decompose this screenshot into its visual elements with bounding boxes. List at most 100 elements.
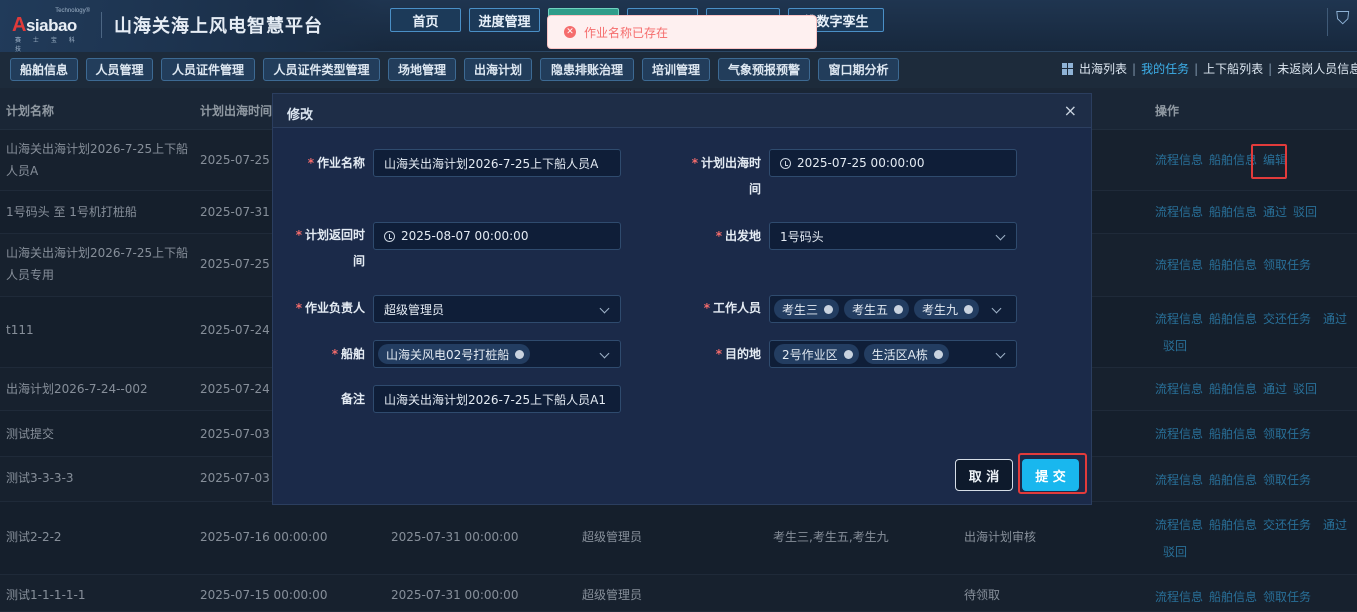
label-job-name: * 作业名称 (307, 156, 365, 170)
leader-select[interactable]: 超级管理员 (373, 295, 621, 323)
plan-return-picker[interactable]: 2025-08-07 00:00:00 (373, 222, 621, 250)
tag-close-icon[interactable] (894, 304, 904, 314)
flow-info-link[interactable]: 流程信息 (1155, 590, 1203, 604)
reject-link[interactable]: 驳回 (1163, 339, 1187, 353)
tag-close-icon[interactable] (843, 349, 853, 359)
flow-info-link[interactable]: 流程信息 (1155, 382, 1203, 396)
job-name-input[interactable]: 山海关出海计划2026-7-25上下船人员A (373, 149, 621, 177)
cell-name: 测试2-2-2 (6, 530, 62, 544)
subnav-personnel-cert[interactable]: 人员证件管理 (161, 58, 255, 81)
vessel-info-link[interactable]: 船舶信息 (1209, 312, 1257, 326)
departure-place-select[interactable]: 1号码头 (769, 222, 1017, 250)
approve-link[interactable]: 通过 (1263, 205, 1287, 219)
return-task-link[interactable]: 交还任务 (1263, 518, 1311, 532)
flow-info-link[interactable]: 流程信息 (1155, 518, 1203, 532)
claim-task-link[interactable]: 领取任务 (1263, 427, 1311, 441)
tag-close-icon[interactable] (964, 304, 974, 314)
vessel-info-link[interactable]: 船舶信息 (1209, 205, 1257, 219)
plan-departure-picker[interactable]: 2025-07-25 00:00:00 (769, 149, 1017, 177)
reject-link[interactable]: 驳回 (1163, 545, 1187, 559)
approve-link[interactable]: 通过 (1263, 382, 1287, 396)
cell-status: 待领取 (964, 588, 1001, 602)
subnav-training[interactable]: 培训管理 (642, 58, 710, 81)
tag-close-icon[interactable] (824, 304, 834, 314)
quick-link-unreturned[interactable]: 未返岗人员信息 (1277, 60, 1357, 77)
worker-tag[interactable]: 考生五 (844, 299, 910, 319)
quick-links: 出海列表 | 我的任务 | 上下船列表 | 未返岗人员信息 (1062, 60, 1357, 77)
subnav-cert-type[interactable]: 人员证件类型管理 (263, 58, 380, 81)
cell-start: 2025-07-24 0 (200, 382, 282, 396)
cell-workers: 考生三,考生五,考生九 (773, 530, 889, 544)
vessel-info-link[interactable]: 船舶信息 (1209, 258, 1257, 272)
row-actions: 流程信息 船舶信息 领取任务 (1155, 467, 1355, 494)
reject-link[interactable]: 驳回 (1293, 382, 1317, 396)
table-row: 测试2-2-2 2025-07-16 00:00:00 2025-07-31 0… (0, 502, 1357, 575)
return-task-link[interactable]: 交还任务 (1263, 312, 1311, 326)
quick-link-sea-list[interactable]: 出海列表 (1079, 60, 1127, 77)
approve-link[interactable]: 通过 (1323, 312, 1347, 326)
label-destination: * 目的地 (715, 347, 761, 361)
edit-link[interactable]: 编辑 (1263, 153, 1287, 167)
remark-input[interactable]: 山海关出海计划2026-7-25上下船人员A1 (373, 385, 621, 413)
vessel-info-link[interactable]: 船舶信息 (1209, 518, 1257, 532)
approve-link[interactable]: 通过 (1323, 518, 1347, 532)
worker-tag[interactable]: 考生九 (914, 299, 980, 319)
subnav-window-analysis[interactable]: 窗口期分析 (818, 58, 899, 81)
vessel-info-link[interactable]: 船舶信息 (1209, 473, 1257, 487)
cell-start: 2025-07-31 0 (200, 205, 282, 219)
label-departure-place: * 出发地 (715, 229, 761, 243)
flow-info-link[interactable]: 流程信息 (1155, 427, 1203, 441)
quick-link-my-tasks[interactable]: 我的任务 (1141, 60, 1189, 77)
edit-dialog: 修改 × * 作业名称 山海关出海计划2026-7-25上下船人员A * 计划出海时… (272, 93, 1092, 505)
workers-multiselect[interactable]: 考生三 考生五 考生九 (769, 295, 1017, 323)
subnav-site[interactable]: 场地管理 (388, 58, 456, 81)
vessel-info-link[interactable]: 船舶信息 (1209, 382, 1257, 396)
label-workers: * 工作人员 (703, 301, 761, 315)
cell-name: 1号码头 至 1号机打桩船 (6, 205, 137, 219)
cell-leader: 超级管理员 (582, 530, 643, 544)
label-leader: * 作业负责人 (295, 301, 365, 315)
tag-close-icon[interactable] (933, 349, 943, 359)
separator: | (1194, 61, 1199, 76)
toast-message: 作业名称已存在 (584, 25, 669, 40)
chevron-down-icon (991, 303, 1002, 314)
reject-link[interactable]: 驳回 (1293, 205, 1317, 219)
flow-info-link[interactable]: 流程信息 (1155, 205, 1203, 219)
submit-button[interactable]: 提 交 (1022, 459, 1079, 491)
flow-info-link[interactable]: 流程信息 (1155, 258, 1203, 272)
subnav-sea-plan[interactable]: 出海计划 (464, 58, 532, 81)
worker-tag[interactable]: 考生三 (774, 299, 840, 319)
dialog-title: 修改 (287, 108, 314, 123)
subnav-weather[interactable]: 气象预报预警 (718, 58, 810, 81)
vessel-tag[interactable]: 山海关风电02号打桩船 (378, 344, 531, 364)
destination-tag[interactable]: 2号作业区 (774, 344, 859, 364)
subnav-vessel-info[interactable]: 船舶信息 (10, 58, 78, 81)
flow-info-link[interactable]: 流程信息 (1155, 473, 1203, 487)
subnav-hazard[interactable]: 隐患排账治理 (540, 58, 634, 81)
vessel-info-link[interactable]: 船舶信息 (1209, 427, 1257, 441)
destination-tag[interactable]: 生活区A栋 (863, 344, 949, 364)
vessel-multiselect[interactable]: 山海关风电02号打桩船 (373, 340, 621, 368)
destination-multiselect[interactable]: 2号作业区 生活区A栋 (769, 340, 1017, 368)
user-menu-icon[interactable]: ⛉ (1327, 8, 1357, 36)
quick-link-boarding-list[interactable]: 上下船列表 (1203, 60, 1263, 77)
tag-close-icon[interactable] (515, 349, 525, 359)
cell-name: 山海关出海计划2026-7-25上下船人员专用 (6, 246, 189, 282)
vessel-info-link[interactable]: 船舶信息 (1209, 153, 1257, 167)
row-actions: 流程信息 船舶信息 交还任务 通过驳回 (1155, 306, 1355, 360)
subnav-personnel[interactable]: 人员管理 (86, 58, 153, 81)
app-title: 山海关海上风电智慧平台 (114, 16, 323, 37)
flow-info-link[interactable]: 流程信息 (1155, 312, 1203, 326)
claim-task-link[interactable]: 领取任务 (1263, 258, 1311, 272)
cell-start: 2025-07-03 0 (200, 427, 282, 441)
close-icon[interactable]: × (1064, 101, 1077, 120)
claim-task-link[interactable]: 领取任务 (1263, 473, 1311, 487)
claim-task-link[interactable]: 领取任务 (1263, 590, 1311, 604)
cancel-button[interactable]: 取 消 (955, 459, 1013, 491)
nav-home[interactable]: 首页 (390, 8, 461, 32)
error-toast: ✕ 作业名称已存在 (547, 15, 817, 49)
vessel-info-link[interactable]: 船舶信息 (1209, 590, 1257, 604)
flow-info-link[interactable]: 流程信息 (1155, 153, 1203, 167)
row-actions: 流程信息 船舶信息 通过 驳回 (1155, 376, 1355, 403)
nav-progress[interactable]: 进度管理 (469, 8, 540, 32)
